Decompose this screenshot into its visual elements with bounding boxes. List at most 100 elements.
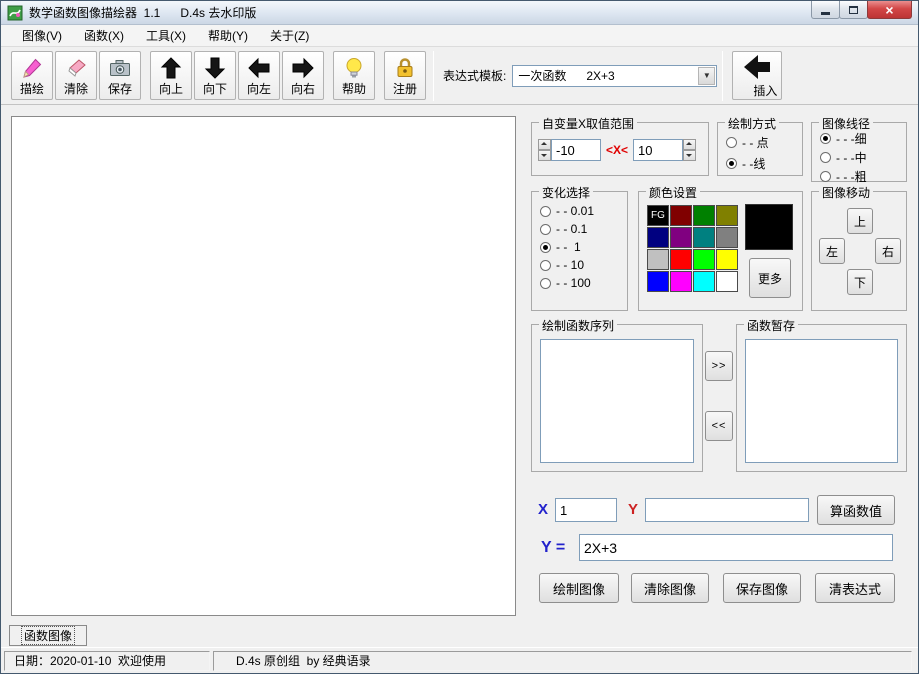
y-value-input[interactable]	[645, 498, 809, 522]
function-sequence-title: 绘制函数序列	[539, 317, 617, 334]
expression-label: Y =	[541, 539, 565, 557]
radio-step-1[interactable]: - - 1	[540, 240, 627, 254]
radio-icon	[820, 133, 831, 144]
function-sequence-list[interactable]	[540, 339, 694, 463]
radio-step-01[interactable]: - - 0.1	[540, 222, 627, 236]
radio-width-thin[interactable]: - - -细	[820, 130, 906, 147]
x-min-input[interactable]	[551, 139, 601, 161]
move-to-sequence-button[interactable]: <<	[705, 411, 733, 441]
minimize-button[interactable]	[811, 1, 840, 19]
close-button[interactable]: ×	[867, 1, 912, 19]
toolbar: 描绘 清除 保存 向上 向下	[1, 47, 918, 105]
expression-template-value: 一次函数 2X+3	[518, 67, 614, 84]
draw-tool-button[interactable]: 描绘	[11, 51, 53, 100]
clear-image-button[interactable]: 清除图像	[631, 573, 709, 603]
toolbar-separator	[722, 51, 723, 101]
color-swatch[interactable]	[670, 249, 692, 270]
color-swatch[interactable]	[716, 271, 738, 292]
color-swatch[interactable]	[693, 249, 715, 270]
move-up-button[interactable]: 向上	[150, 51, 192, 100]
plot-canvas	[11, 116, 516, 616]
spin-down-icon[interactable]	[538, 150, 551, 161]
radio-draw-line[interactable]: - -线	[726, 155, 802, 172]
status-bar: 日期：2020-01-10 欢迎使用 D.4s 原创组 by 经典语录	[1, 647, 918, 673]
color-swatch[interactable]	[670, 205, 692, 226]
function-storage-list[interactable]	[745, 339, 898, 463]
more-colors-button[interactable]: 更多	[749, 258, 791, 298]
color-swatch[interactable]	[647, 271, 669, 292]
current-color-preview	[745, 204, 793, 250]
radio-step-100[interactable]: - - 100	[540, 276, 627, 290]
image-move-title: 图像移动	[819, 184, 873, 201]
save-image-button[interactable]: 保存图像	[723, 573, 801, 603]
calc-value-button[interactable]: 算函数值	[817, 495, 895, 525]
radio-step-001[interactable]: - - 0.01	[540, 204, 627, 218]
move-down-button[interactable]: 向下	[194, 51, 236, 100]
expression-input[interactable]	[579, 534, 893, 561]
spin-up-icon[interactable]	[538, 139, 551, 150]
x-max-spinner[interactable]	[683, 139, 696, 161]
help-button[interactable]: 帮助	[333, 51, 375, 100]
camera-icon	[108, 55, 132, 80]
function-storage-group: 函数暂存	[736, 324, 907, 472]
radio-icon	[540, 206, 551, 217]
pan-down-button[interactable]: 下	[847, 269, 873, 295]
color-swatch[interactable]	[693, 271, 715, 292]
eraser-icon	[64, 55, 88, 80]
color-settings-group: 颜色设置 FG 更多	[638, 191, 803, 311]
color-swatch[interactable]	[693, 205, 715, 226]
arrow-left-icon	[247, 55, 271, 80]
color-swatch[interactable]	[670, 227, 692, 248]
radio-draw-points[interactable]: - - 点	[726, 134, 802, 151]
menu-item-about[interactable]: 关于(Z)	[259, 25, 320, 46]
pan-left-button[interactable]: 左	[819, 238, 845, 264]
color-swatch[interactable]	[693, 227, 715, 248]
radio-icon	[540, 242, 551, 253]
draw-image-button[interactable]: 绘制图像	[539, 573, 619, 603]
color-swatch[interactable]	[716, 205, 738, 226]
pencil-icon	[20, 55, 44, 80]
line-width-group: 图像线径 - - -细 - - -中 - - -粗	[811, 122, 907, 182]
color-swatch[interactable]	[647, 249, 669, 270]
spin-up-icon[interactable]	[683, 139, 696, 150]
save-tool-button[interactable]: 保存	[99, 51, 141, 100]
window-title: 数学函数图像描绘器 1.1	[29, 4, 160, 21]
radio-width-thick[interactable]: - - -粗	[820, 168, 906, 185]
menu-item-image[interactable]: 图像(V)	[11, 25, 73, 46]
color-swatch[interactable]	[647, 227, 669, 248]
menu-item-function[interactable]: 函数(X)	[73, 25, 135, 46]
color-swatch[interactable]	[716, 249, 738, 270]
color-swatch[interactable]	[716, 227, 738, 248]
clear-tool-button[interactable]: 清除	[55, 51, 97, 100]
arrow-right-icon	[291, 55, 315, 80]
insert-template-button[interactable]: 插入	[732, 51, 782, 100]
color-settings-title: 颜色设置	[646, 184, 700, 201]
radio-icon	[726, 158, 737, 169]
maximize-button[interactable]	[839, 1, 868, 19]
close-icon: ×	[885, 3, 893, 17]
expression-template-select[interactable]: 一次函数 2X+3 ▼	[512, 65, 717, 87]
x-min-spinner[interactable]	[538, 139, 551, 161]
move-right-button[interactable]: 向右	[282, 51, 324, 100]
spin-down-icon[interactable]	[683, 150, 696, 161]
tab-function-image[interactable]: 函数图像	[9, 625, 87, 646]
app-icon	[7, 5, 23, 21]
menu-item-tools[interactable]: 工具(X)	[135, 25, 197, 46]
x-value-input[interactable]	[555, 498, 617, 522]
radio-icon	[820, 152, 831, 163]
color-swatch-fg[interactable]: FG	[647, 205, 669, 226]
move-left-button[interactable]: 向左	[238, 51, 280, 100]
pan-up-button[interactable]: 上	[847, 208, 873, 234]
register-button[interactable]: 注册	[384, 51, 426, 100]
pan-right-button[interactable]: 右	[875, 238, 901, 264]
menu-item-help[interactable]: 帮助(Y)	[197, 25, 259, 46]
move-to-storage-button[interactable]: >>	[705, 351, 733, 381]
radio-icon	[726, 137, 737, 148]
color-swatch[interactable]	[670, 271, 692, 292]
radio-step-10[interactable]: - - 10	[540, 258, 627, 272]
menu-bar: 图像(V) 函数(X) 工具(X) 帮助(Y) 关于(Z)	[1, 25, 918, 47]
radio-width-medium[interactable]: - - -中	[820, 149, 906, 166]
chevron-down-icon[interactable]: ▼	[698, 67, 715, 85]
clear-expression-button[interactable]: 清表达式	[815, 573, 895, 603]
x-max-input[interactable]	[633, 139, 683, 161]
